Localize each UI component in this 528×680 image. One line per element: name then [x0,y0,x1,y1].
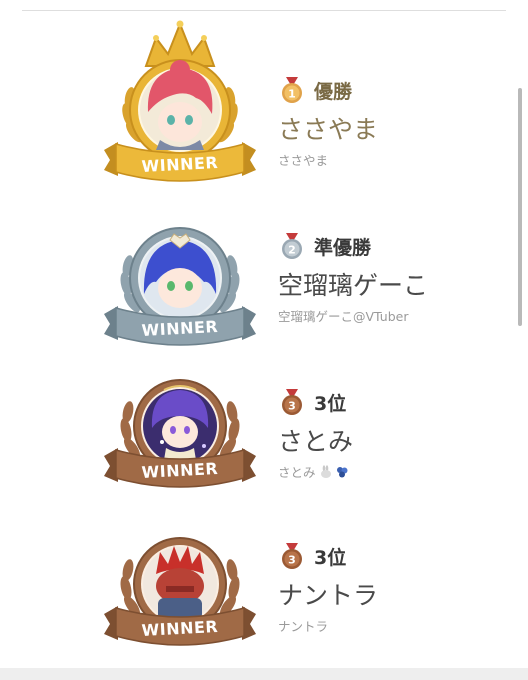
rank-label: 3位 [314,546,347,569]
ranking-entry-4[interactable]: WINNER 3 3位 ナントラ ナントラ [0,532,528,680]
svg-text:2: 2 [288,244,296,257]
winner-banner-text: WINNER [141,617,219,640]
display-name[interactable]: さとみ [278,422,353,458]
ranking-entry-2[interactable]: WINNER 2 準優勝 空瑠璃ゲーこ 空瑠璃ゲーこ@VTuber [0,222,528,372]
winner-badge-bronze[interactable]: WINNER [100,376,260,546]
silver-medal-icon: 2 [282,233,302,259]
silver-frame-icon: WINNER [104,227,256,346]
winner-badge-gold[interactable]: WINNER [100,20,260,190]
winner-banner-text: WINNER [141,153,219,176]
bronze-medal-icon: 3 [282,543,302,569]
ranking-page: WINNER 1 優勝 ささやま ささやま WINNER 2 準優勝 空瑠璃ゲー… [0,0,528,680]
scrollbar[interactable] [518,88,522,326]
user-handle[interactable]: ささやま [278,150,378,169]
winner-banner-text: WINNER [141,459,219,482]
ranking-entry-3[interactable]: WINNER 3 3位 さとみ さとみ [0,376,528,526]
bronze-medal-icon: 3 [282,389,302,415]
ranking-entry-1[interactable]: WINNER 1 優勝 ささやま ささやま [0,20,528,182]
divider [22,10,506,11]
user-handle[interactable]: 空瑠璃ゲーこ@VTuber [278,306,428,325]
winner-badge-silver[interactable]: WINNER [100,224,260,394]
rank-label: 優勝 [314,80,353,103]
svg-text:3: 3 [288,400,296,413]
rabbit-emoji-icon [320,464,331,478]
display-name[interactable]: ナントラ [278,576,378,612]
bronze-frame-icon: WINNER [104,379,256,488]
gold-crown-frame-icon: WINNER [104,20,256,182]
rank-label: 準優勝 [314,236,372,259]
bronze-frame-icon: WINNER [104,537,256,646]
winner-badge-bronze[interactable]: WINNER [100,534,260,680]
display-name[interactable]: 空瑠璃ゲーこ [278,266,428,302]
display-name[interactable]: ささやま [278,110,378,146]
user-handle[interactable]: ナントラ [278,616,378,635]
svg-text:3: 3 [288,554,296,567]
bottom-bar [0,668,528,680]
winner-banner-text: WINNER [141,317,219,340]
rank-label: 3位 [314,392,347,415]
user-handle[interactable]: さとみ [278,462,353,481]
gold-medal-icon: 1 [282,77,302,103]
blue-hydrangea-emoji-icon [336,466,348,477]
svg-text:1: 1 [288,88,296,101]
